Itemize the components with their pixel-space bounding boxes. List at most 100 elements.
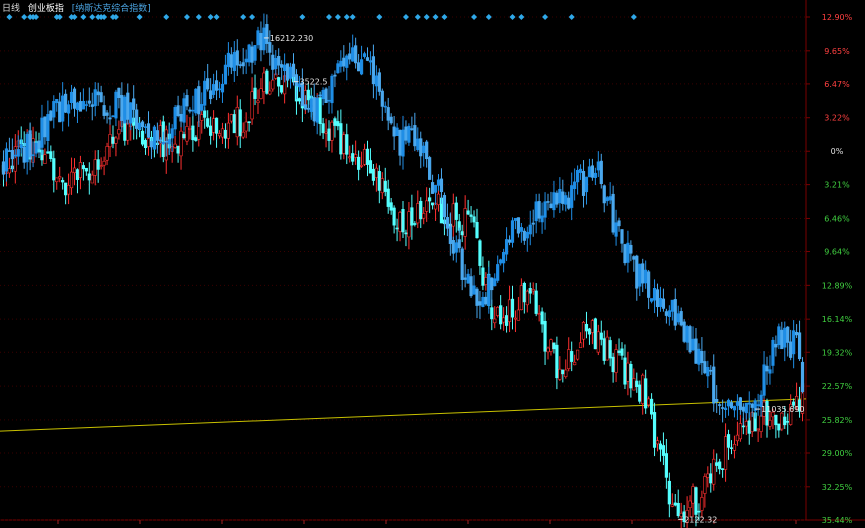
- chinext-candle-body: [111, 136, 115, 144]
- diamond-marker: [207, 14, 214, 20]
- nasdaq-candle-body: [561, 191, 565, 204]
- chinext-candle-body: [318, 97, 322, 124]
- nasdaq-candle-body: [682, 321, 686, 342]
- chinext-candle-body: [392, 207, 396, 226]
- chinext-candle-body: [52, 158, 56, 181]
- candlestick-chart[interactable]: 12.90% 9.65% 6.47% 3.22% 0% 3.21% 6.46% 9.64% 12…: [0, 0, 865, 528]
- chinext-candle-body: [718, 461, 722, 470]
- chinext-candle-body: [516, 309, 521, 321]
- nasdaq-candle-body: [448, 226, 452, 244]
- nasdaq-candle-body: [262, 27, 266, 51]
- chinext-candle-body: [436, 193, 441, 205]
- nasdaq-candle-body: [576, 169, 580, 183]
- chinext-candle-body: [712, 458, 716, 485]
- nasdaq-candle-body: [611, 193, 615, 233]
- chinext-candle-body: [564, 369, 568, 377]
- chinext-candle-body: [578, 342, 583, 348]
- chinext-candle-body: [602, 338, 606, 361]
- diamond-marker: [299, 14, 306, 20]
- chinext-candle-body: [84, 167, 88, 172]
- nasdaq-candle-body: [140, 121, 145, 128]
- chinext-candle-body: [253, 87, 257, 99]
- nasdaq-candle-body: [294, 74, 299, 87]
- nasdaq-candle-body: [377, 72, 381, 92]
- chinext-candle-body: [64, 182, 68, 196]
- chinext-candle-body: [398, 212, 402, 232]
- nasdaq-candle-body: [342, 57, 346, 67]
- nasdaq-candle-body: [235, 50, 239, 66]
- nasdaq-candle-body: [108, 117, 112, 120]
- chinext-candle-body: [581, 321, 586, 340]
- nasdaq-candle-body: [105, 112, 109, 116]
- nasdaq-candle-body: [179, 113, 183, 122]
- chinext-candle-body: [490, 307, 494, 320]
- chinext-candle-body: [214, 117, 219, 134]
- nasdaq-candle-body: [649, 298, 654, 302]
- chinext-candle-body: [72, 167, 77, 173]
- y-tick-label: 3.21%: [824, 181, 850, 190]
- trend-line: [0, 398, 807, 432]
- nasdaq-candle-body: [167, 139, 171, 145]
- nasdaq-candle-body: [475, 288, 479, 306]
- chinext-candle-body: [357, 156, 361, 170]
- nasdaq-candle-body: [797, 332, 802, 360]
- nasdaq-candle-body: [285, 63, 290, 81]
- chinext-candle-body: [608, 340, 612, 359]
- nasdaq-candle-body: [516, 217, 521, 234]
- chinext-candle-body: [238, 109, 242, 137]
- nasdaq-candle-body: [608, 196, 612, 201]
- chinext-candle-body: [395, 227, 399, 230]
- chinext-candle-body: [638, 384, 642, 402]
- nasdaq-candle-body: [425, 141, 429, 160]
- chinext-candle-body: [96, 159, 100, 170]
- nasdaq-candle-body: [768, 369, 772, 374]
- y-tick-label: 19.32%: [822, 348, 853, 357]
- diamond-marker: [326, 14, 333, 20]
- nasdaq-candle-body: [540, 215, 544, 223]
- chinext-candle-body: [413, 223, 417, 225]
- chinext-candle-body: [484, 277, 488, 285]
- nasdaq-candle-body: [457, 239, 461, 249]
- diamond-marker: [21, 14, 28, 20]
- nasdaq-candle-body: [359, 59, 364, 75]
- nasdaq-candle-body: [146, 123, 151, 138]
- nasdaq-candle-body: [229, 54, 233, 68]
- nasdaq-candle-body: [747, 402, 751, 405]
- nasdaq-candle-body: [16, 149, 20, 157]
- nasdaq-candle-body: [493, 278, 497, 287]
- chinext-candle-body: [69, 171, 74, 189]
- nasdaq-candle-body: [780, 329, 784, 350]
- chinext-candle-body: [481, 267, 485, 286]
- chinext-candle-body: [188, 128, 192, 130]
- nasdaq-candle-body: [567, 197, 571, 209]
- annotation-label: 16212.230: [270, 34, 313, 43]
- chinext-candle-body: [348, 156, 352, 159]
- chinext-candle-body: [623, 357, 627, 385]
- nasdaq-candle-body: [605, 197, 609, 202]
- nasdaq-candle-body: [164, 140, 168, 143]
- nasdaq-candle-body: [152, 126, 157, 150]
- y-tick-label: 6.47%: [824, 80, 850, 89]
- chinext-candle-body: [573, 361, 577, 366]
- nasdaq-candle-body: [49, 110, 53, 121]
- nasdaq-candle-body: [587, 166, 592, 178]
- nasdaq-candle-body: [593, 172, 597, 178]
- nasdaq-candle-body: [401, 129, 405, 157]
- nasdaq-candle-body: [368, 60, 373, 63]
- chinext-candle-body: [146, 138, 151, 147]
- chinext-candle-body: [629, 363, 633, 389]
- diamond-marker: [6, 14, 13, 20]
- nasdaq-candle-body: [365, 57, 370, 61]
- chinext-candle-body: [469, 214, 473, 217]
- nasdaq-candle-body: [200, 104, 204, 111]
- nasdaq-candle-body: [528, 224, 532, 235]
- diamond-marker: [80, 14, 87, 20]
- nasdaq-candle-body: [472, 285, 476, 295]
- y-tick-label: 29.00%: [822, 449, 853, 458]
- nasdaq-candle-body: [303, 104, 307, 110]
- chinext-candle-body: [768, 419, 772, 427]
- chinext-candle-body: [306, 89, 310, 101]
- chinext-candle-body: [507, 299, 512, 322]
- nasdaq-candle-body: [697, 348, 701, 365]
- diamond-marker: [414, 14, 421, 20]
